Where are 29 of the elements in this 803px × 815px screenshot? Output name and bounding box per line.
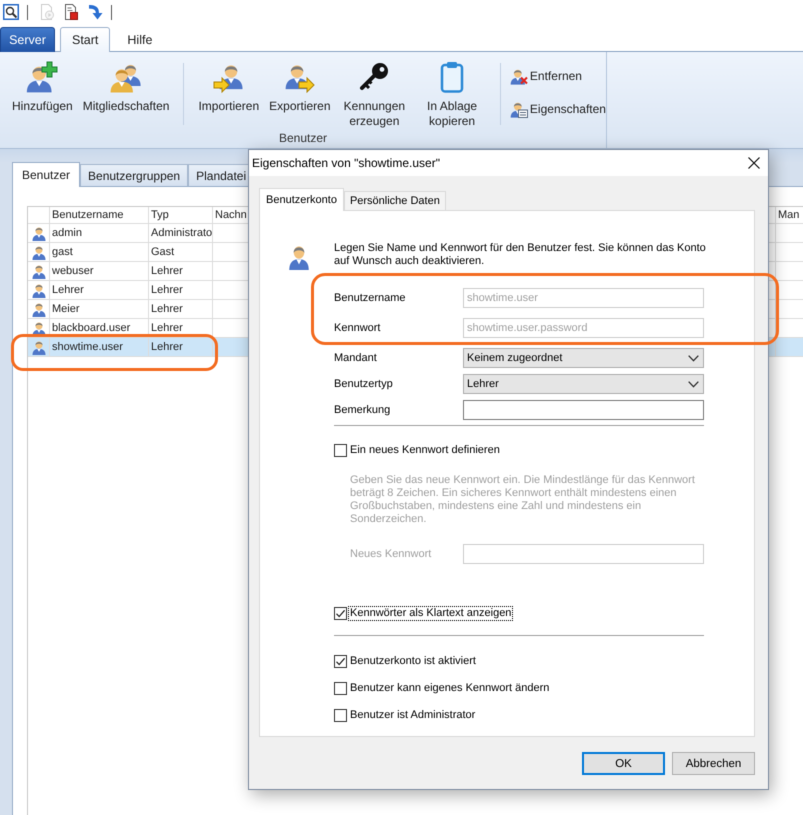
- table-cell: Lehrer: [149, 262, 213, 280]
- table-cell: blackboard.user: [50, 319, 149, 337]
- checkbox-label: Benutzer ist Administrator: [349, 709, 476, 722]
- field-label: Kennwort: [334, 322, 382, 334]
- field-label: Neues Kennwort: [350, 548, 432, 560]
- checkbox-label: Kennwörter als Klartext anzeigen: [349, 607, 512, 620]
- table-cell: showtime.user: [50, 338, 149, 356]
- field-label: Benutzertyp: [334, 378, 394, 390]
- field-label: Mandant: [334, 352, 378, 364]
- field-label: Benutzername: [334, 292, 407, 304]
- hint-text: Geben Sie das neue Kennwort ein. Die Mindestlänge für das Kennwort beträgt 8 Zeichen. Ein sicheres Kennwort enthält mindestens einen Großbuchstaben, mindestens eine Zahl und mindestens ein Sonderzeichen.: [350, 474, 696, 526]
- table-cell: Administrato: [149, 224, 213, 242]
- intro-text: Legen Sie Name und Kennwort für den Benutzer fest. Sie können das Konto auf Wunsch auch deaktivieren.: [334, 242, 707, 268]
- table-cell: Lehrer: [50, 281, 149, 299]
- checkbox-label: Benutzerkonto ist aktiviert: [349, 655, 477, 668]
- table-cell: Gast: [149, 243, 213, 261]
- table-cell: Lehrer: [149, 319, 213, 337]
- checkbox-label: Benutzer kann eigenes Kennwort ändern: [349, 682, 550, 695]
- table-cell: Lehrer: [149, 281, 213, 299]
- table-cell: Lehrer: [149, 300, 213, 318]
- field-label: Bemerkung: [334, 404, 392, 416]
- table-cell: gast: [50, 243, 149, 261]
- table-cell: Lehrer: [149, 338, 213, 356]
- checkbox-label: Ein neues Kennwort definieren: [349, 444, 501, 457]
- group-label: Benutzer: [278, 130, 328, 147]
- dialog-title: Eigenschaften von "showtime.user": [252, 156, 440, 170]
- table-cell: Meier: [50, 300, 149, 318]
- table-cell: admin: [50, 224, 149, 242]
- table-cell: webuser: [50, 262, 149, 280]
